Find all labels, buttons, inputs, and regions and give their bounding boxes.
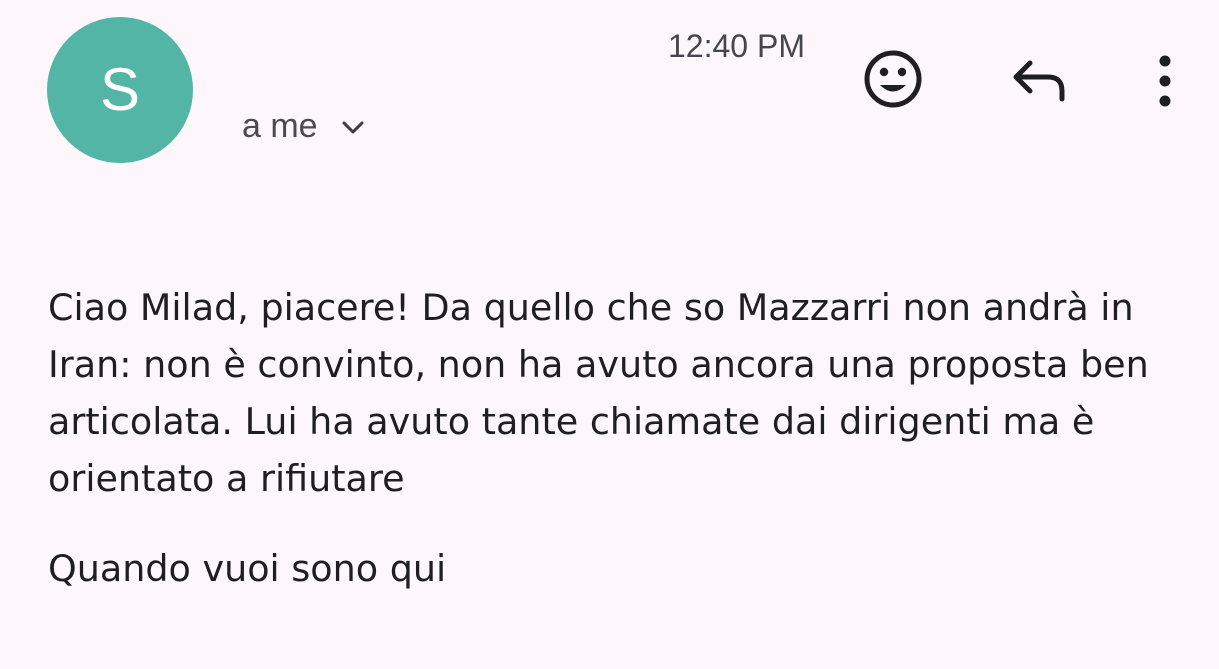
more-options-button[interactable] — [1140, 46, 1190, 116]
sender-avatar[interactable]: S — [47, 17, 193, 163]
smiley-icon — [861, 47, 925, 116]
recipient-details-toggle[interactable]: a me — [242, 104, 366, 148]
message-time: 12:40 PM — [668, 28, 805, 64]
chevron-down-icon — [340, 114, 366, 140]
add-reaction-button[interactable] — [858, 46, 928, 116]
reply-button[interactable] — [1003, 46, 1073, 116]
message-body: Ciao Milad, piacere! Da quello che so Ma… — [48, 279, 1198, 597]
message-paragraph: Quando vuoi sono qui — [48, 547, 447, 590]
message-paragraph: Ciao Milad, piacere! Da quello che so Ma… — [48, 286, 1149, 500]
more-vert-icon — [1155, 49, 1175, 114]
reply-icon — [1006, 47, 1070, 116]
avatar-letter: S — [99, 56, 141, 123]
recipient-label: a me — [242, 107, 318, 145]
